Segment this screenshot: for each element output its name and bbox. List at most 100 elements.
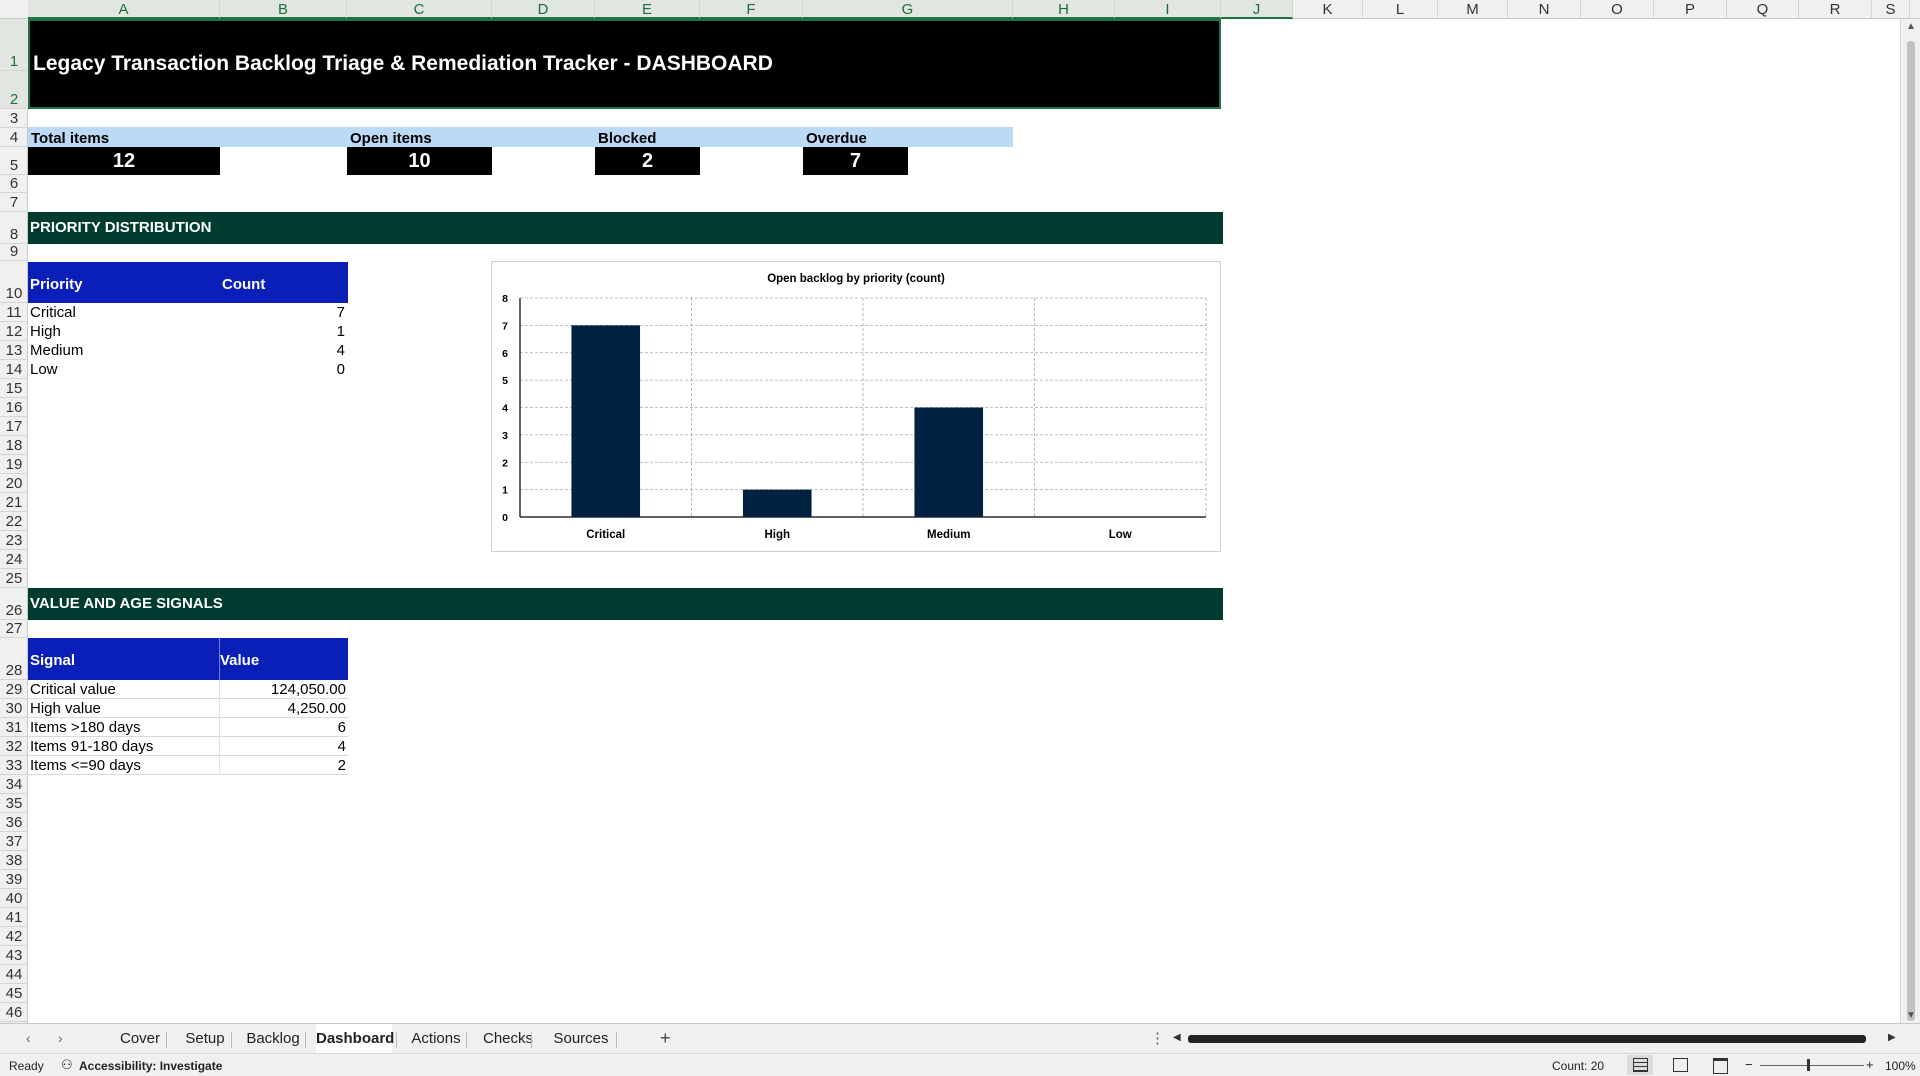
column-header-f[interactable]: F (700, 0, 803, 19)
row-header-28[interactable]: 28 (0, 638, 28, 680)
row-header-11[interactable]: 11 (0, 303, 28, 322)
priority-count[interactable]: 7 (220, 303, 345, 322)
row-header-40[interactable]: 40 (0, 889, 28, 908)
section-priority-distribution[interactable]: PRIORITY DISTRIBUTION (28, 212, 1223, 244)
row-header-41[interactable]: 41 (0, 908, 28, 927)
more-options-icon[interactable]: ⋮ (1150, 1029, 1165, 1047)
sheet-tab-cover[interactable]: Cover (118, 1024, 162, 1054)
row-header-42[interactable]: 42 (0, 927, 28, 946)
row-header-32[interactable]: 32 (0, 737, 28, 756)
row-header-16[interactable]: 16 (0, 398, 28, 417)
row-header-1[interactable]: 1 (0, 19, 28, 71)
signal-label[interactable]: Items 91-180 days (30, 737, 215, 756)
header-value[interactable]: Value (220, 652, 259, 669)
accessibility-status[interactable]: Accessibility: Investigate (79, 1059, 222, 1073)
column-header-g[interactable]: G (803, 0, 1013, 19)
row-header-2[interactable]: 2 (0, 71, 28, 109)
scroll-down-icon[interactable]: ▼ (1906, 1010, 1916, 1021)
row-header-37[interactable]: 37 (0, 832, 28, 851)
row-header-36[interactable]: 36 (0, 813, 28, 832)
row-header-33[interactable]: 33 (0, 756, 28, 775)
sheet-tab-checks[interactable]: Checks (483, 1024, 533, 1054)
column-header-s[interactable]: S (1872, 0, 1910, 19)
row-header-39[interactable]: 39 (0, 870, 28, 889)
row-header-46[interactable]: 46 (0, 1003, 28, 1022)
column-header-c[interactable]: C (347, 0, 492, 19)
row-header-25[interactable]: 25 (0, 569, 28, 588)
vertical-scrollbar[interactable]: ▲ ▼ (1900, 19, 1920, 1023)
header-count[interactable]: Count (222, 276, 265, 293)
signal-value[interactable]: 124,050.00 (222, 680, 346, 699)
row-header-6[interactable]: 6 (0, 175, 28, 193)
sheet-tab-sources[interactable]: Sources (550, 1024, 612, 1054)
row-header-4[interactable]: 4 (0, 128, 28, 147)
signal-value[interactable]: 6 (222, 718, 346, 737)
signal-label[interactable]: Items >180 days (30, 718, 215, 737)
row-header-3[interactable]: 3 (0, 109, 28, 128)
signal-label[interactable]: Items <=90 days (30, 756, 215, 775)
priority-count[interactable]: 0 (220, 360, 345, 379)
kpi-blocked-value[interactable]: 2 (595, 147, 700, 175)
header-signal[interactable]: Signal (30, 652, 75, 669)
signal-value[interactable]: 4 (222, 737, 346, 756)
row-header-19[interactable]: 19 (0, 455, 28, 474)
zoom-out-button[interactable]: − (1745, 1057, 1753, 1072)
column-header-j[interactable]: J (1221, 0, 1293, 19)
row-header-12[interactable]: 12 (0, 322, 28, 341)
row-header-43[interactable]: 43 (0, 946, 28, 965)
row-header-5[interactable]: 5 (0, 147, 28, 175)
column-header-q[interactable]: Q (1727, 0, 1799, 19)
horizontal-scroll-thumb[interactable] (1188, 1035, 1866, 1043)
row-header-29[interactable]: 29 (0, 680, 28, 699)
tab-scroll-right-icon[interactable]: › (58, 1030, 63, 1046)
row-header-30[interactable]: 30 (0, 699, 28, 718)
kpi-open-value[interactable]: 10 (347, 147, 492, 175)
row-header-7[interactable]: 7 (0, 193, 28, 212)
priority-label[interactable]: Low (30, 360, 210, 379)
row-header-22[interactable]: 22 (0, 512, 28, 531)
row-header-9[interactable]: 9 (0, 244, 28, 261)
section-value-age-signals[interactable]: VALUE AND AGE SIGNALS (28, 588, 1223, 620)
zoom-slider-track[interactable] (1760, 1065, 1864, 1066)
signal-value[interactable]: 2 (222, 756, 346, 775)
add-sheet-button[interactable]: + (660, 1028, 671, 1049)
row-header-20[interactable]: 20 (0, 474, 28, 493)
column-header-e[interactable]: E (595, 0, 700, 19)
kpi-overdue-value[interactable]: 7 (803, 147, 908, 175)
signal-value[interactable]: 4,250.00 (222, 699, 346, 718)
row-header-18[interactable]: 18 (0, 436, 28, 455)
column-header-d[interactable]: D (492, 0, 595, 19)
row-header-34[interactable]: 34 (0, 775, 28, 794)
row-header-23[interactable]: 23 (0, 531, 28, 550)
column-header-a[interactable]: A (28, 0, 220, 19)
column-header-r[interactable]: R (1799, 0, 1872, 19)
kpi-total-value[interactable]: 12 (28, 147, 220, 175)
row-header-27[interactable]: 27 (0, 620, 28, 638)
sheet-tab-setup[interactable]: Setup (183, 1024, 227, 1054)
sheet-tab-backlog[interactable]: Backlog (245, 1024, 301, 1054)
column-header-o[interactable]: O (1581, 0, 1654, 19)
row-header-35[interactable]: 35 (0, 794, 28, 813)
scroll-up-icon[interactable]: ▲ (1906, 21, 1916, 32)
vertical-scroll-thumb[interactable] (1907, 41, 1915, 1021)
hscroll-left-icon[interactable]: ◀ (1173, 1032, 1181, 1043)
row-header-31[interactable]: 31 (0, 718, 28, 737)
zoom-slider-thumb[interactable] (1807, 1059, 1810, 1071)
normal-view-button[interactable] (1627, 1055, 1653, 1075)
tab-scroll-left-icon[interactable]: ‹ (26, 1030, 31, 1046)
row-header-17[interactable]: 17 (0, 417, 28, 436)
page-layout-icon[interactable] (1673, 1058, 1688, 1072)
row-header-10[interactable]: 10 (0, 261, 28, 303)
row-header-15[interactable]: 15 (0, 379, 28, 398)
page-break-preview-icon[interactable] (1713, 1058, 1728, 1074)
row-header-38[interactable]: 38 (0, 851, 28, 870)
row-header-21[interactable]: 21 (0, 493, 28, 512)
accessibility-icon[interactable]: ⚇ (61, 1057, 73, 1073)
signal-label[interactable]: Critical value (30, 680, 215, 699)
priority-label[interactable]: Medium (30, 341, 210, 360)
column-header-h[interactable]: H (1013, 0, 1115, 19)
row-header-26[interactable]: 26 (0, 588, 28, 620)
hscroll-right-icon[interactable]: ▶ (1888, 1032, 1896, 1043)
chart-bar[interactable] (914, 407, 984, 518)
row-header-13[interactable]: 13 (0, 341, 28, 360)
